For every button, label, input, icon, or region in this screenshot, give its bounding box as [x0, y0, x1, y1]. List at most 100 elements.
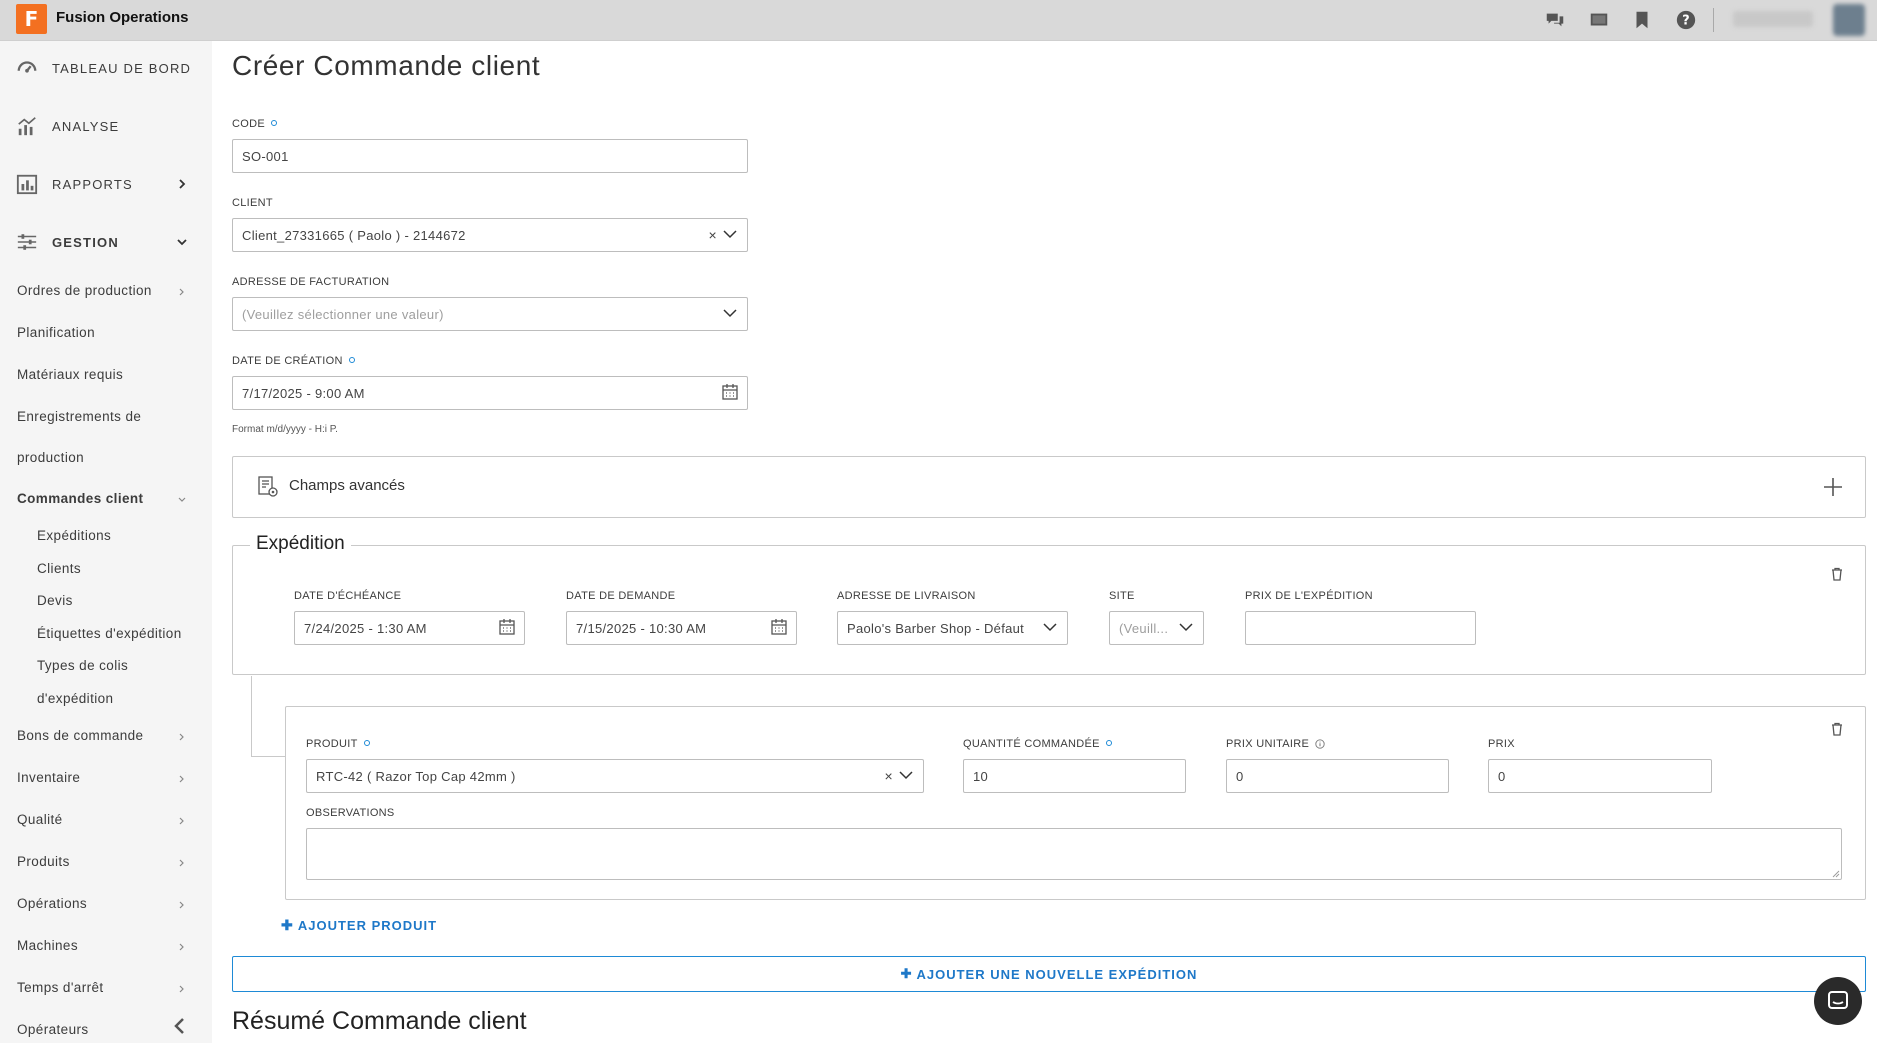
- sidebar-item-label: TABLEAU DE BORD: [52, 60, 192, 76]
- sidebar-item-label: RAPPORTS: [52, 176, 133, 192]
- shipping-price-input[interactable]: [1245, 611, 1476, 645]
- price-label: PRIX: [1488, 738, 1515, 750]
- sidebar-item-produits[interactable]: Produits: [17, 854, 70, 869]
- advanced-fields-panel[interactable]: [232, 456, 1866, 518]
- sidebar-item-enregistrements-cont[interactable]: production: [17, 450, 84, 465]
- screen-icon[interactable]: [1588, 9, 1610, 31]
- advanced-fields-icon: [258, 476, 278, 497]
- sidebar-item-gestion[interactable]: GESTION: [0, 222, 212, 262]
- sidebar-item-operations[interactable]: Opérations: [17, 896, 87, 911]
- request-date-input[interactable]: 7/15/2025 - 10:30 AM: [566, 611, 797, 645]
- advanced-fields-title[interactable]: Champs avancés: [289, 477, 405, 494]
- sidebar-item-qualite[interactable]: Qualité: [17, 812, 63, 827]
- bookmark-icon[interactable]: [1631, 9, 1653, 31]
- sidebar: TABLEAU DE BORD ANALYSE RAPPORTS GESTION: [0, 41, 212, 1043]
- top-bar: F Fusion Operations ?: [0, 0, 1877, 41]
- due-date-input[interactable]: 7/24/2025 - 1:30 AM: [294, 611, 525, 645]
- info-icon[interactable]: [1314, 739, 1325, 749]
- help-icon[interactable]: ?: [1675, 9, 1697, 31]
- creation-date-value: 7/17/2025 - 9:00 AM: [242, 385, 365, 401]
- sidebar-item-types-colis[interactable]: Types de colis: [37, 658, 128, 673]
- sidebar-item-enregistrements[interactable]: Enregistrements de: [17, 409, 141, 424]
- sidebar-item-materiaux[interactable]: Matériaux requis: [17, 367, 123, 382]
- code-label-text: CODE: [232, 118, 265, 130]
- tree-connector: [251, 756, 286, 757]
- code-input[interactable]: SO-001: [232, 139, 748, 173]
- app-logo[interactable]: F: [16, 4, 47, 34]
- sidebar-item-dashboard[interactable]: TABLEAU DE BORD: [0, 48, 212, 88]
- price-input[interactable]: 0: [1488, 759, 1712, 793]
- app-title[interactable]: Fusion Operations: [56, 9, 189, 26]
- plus-icon: ✚: [900, 966, 913, 981]
- client-select[interactable]: Client_27331665 ( Paolo ) - 2144672 ×: [232, 218, 748, 252]
- sidebar-item-devis[interactable]: Devis: [37, 593, 73, 608]
- delivery-address-select[interactable]: Paolo's Barber Shop - Défaut: [837, 611, 1068, 645]
- price-value: 0: [1498, 768, 1506, 784]
- expand-plus-icon[interactable]: [1823, 477, 1843, 497]
- unit-price-input[interactable]: 0: [1226, 759, 1449, 793]
- clear-icon[interactable]: ×: [885, 768, 893, 784]
- collapse-sidebar-icon[interactable]: [172, 1017, 186, 1035]
- date-format-hint: Format m/d/yyyy - H:i P.: [232, 424, 338, 435]
- chevron-down-icon: [1179, 623, 1193, 632]
- calendar-icon[interactable]: [721, 383, 739, 401]
- add-product-label: AJOUTER PRODUIT: [297, 918, 438, 933]
- avatar[interactable]: [1833, 4, 1865, 36]
- sidebar-item-commandes-client[interactable]: Commandes client: [17, 491, 143, 506]
- sidebar-item-inventaire[interactable]: Inventaire: [17, 770, 80, 785]
- required-indicator: [348, 357, 355, 364]
- notes-textarea[interactable]: [306, 828, 1842, 880]
- sidebar-item-clients[interactable]: Clients: [37, 561, 81, 576]
- chevron-right-icon: [179, 817, 184, 825]
- site-select[interactable]: (Veuill...: [1109, 611, 1204, 645]
- quantity-value: 10: [973, 768, 989, 784]
- support-chat-button[interactable]: [1814, 977, 1862, 1025]
- add-product-button[interactable]: ✚ AJOUTER PRODUIT: [281, 917, 437, 934]
- client-value: Client_27331665 ( Paolo ) - 2144672: [242, 227, 466, 243]
- sidebar-item-rapports[interactable]: RAPPORTS: [0, 164, 212, 204]
- creation-date-label: DATE DE CRÉATION: [232, 355, 355, 367]
- product-value: RTC-42 ( Razor Top Cap 42mm ): [316, 768, 516, 784]
- creation-date-label-text: DATE DE CRÉATION: [232, 355, 343, 367]
- request-date-label: DATE DE DEMANDE: [566, 590, 676, 602]
- chevron-down-icon: [723, 230, 737, 239]
- product-select[interactable]: RTC-42 ( Razor Top Cap 42mm ) ×: [306, 759, 924, 793]
- sidebar-item-expeditions[interactable]: Expéditions: [37, 528, 111, 543]
- chevron-down-icon: [178, 497, 186, 502]
- dashboard-icon: [17, 61, 37, 73]
- sidebar-item-planification[interactable]: Planification: [17, 325, 95, 340]
- due-date-value: 7/24/2025 - 1:30 AM: [304, 620, 427, 636]
- sidebar-item-operateurs[interactable]: Opérateurs: [17, 1022, 89, 1037]
- unit-price-value: 0: [1236, 768, 1244, 784]
- product-label-text: PRODUIT: [306, 738, 358, 750]
- chevron-right-icon: [179, 943, 184, 951]
- sidebar-item-machines[interactable]: Machines: [17, 938, 78, 953]
- creation-date-input[interactable]: 7/17/2025 - 9:00 AM: [232, 376, 748, 410]
- topbar-divider: [1713, 8, 1714, 32]
- calendar-icon[interactable]: [770, 618, 788, 636]
- calendar-icon[interactable]: [498, 618, 516, 636]
- chevron-down-icon: [177, 239, 187, 246]
- settings-sliders-icon: [17, 234, 37, 250]
- shipment-panel: [232, 545, 1866, 675]
- sidebar-item-temps-arret[interactable]: Temps d'arrêt: [17, 980, 104, 995]
- sidebar-item-label: ANALYSE: [52, 118, 120, 134]
- delete-product-icon[interactable]: [1830, 722, 1844, 736]
- chat-widget-icon: [1828, 991, 1848, 1009]
- chat-icon[interactable]: [1544, 9, 1566, 31]
- page-title: Créer Commande client: [232, 50, 541, 81]
- delete-shipment-icon[interactable]: [1830, 567, 1844, 581]
- user-name[interactable]: [1733, 11, 1813, 27]
- tree-connector: [251, 676, 252, 756]
- sidebar-item-etiquettes[interactable]: Étiquettes d'expédition: [37, 626, 182, 641]
- sidebar-item-analyse[interactable]: ANALYSE: [0, 106, 212, 146]
- quantity-input[interactable]: 10: [963, 759, 1186, 793]
- resize-handle-icon[interactable]: [1832, 870, 1840, 878]
- sidebar-item-types-colis-cont[interactable]: d'expédition: [37, 691, 113, 706]
- sidebar-item-ordres-production[interactable]: Ordres de production: [17, 283, 152, 298]
- billing-address-select[interactable]: (Veuillez sélectionner une valeur): [232, 297, 748, 331]
- chevron-down-icon: [1043, 623, 1057, 632]
- clear-icon[interactable]: ×: [709, 227, 717, 243]
- add-shipment-button[interactable]: ✚ AJOUTER UNE NOUVELLE EXPÉDITION: [232, 956, 1866, 992]
- sidebar-item-bons-commande[interactable]: Bons de commande: [17, 728, 143, 743]
